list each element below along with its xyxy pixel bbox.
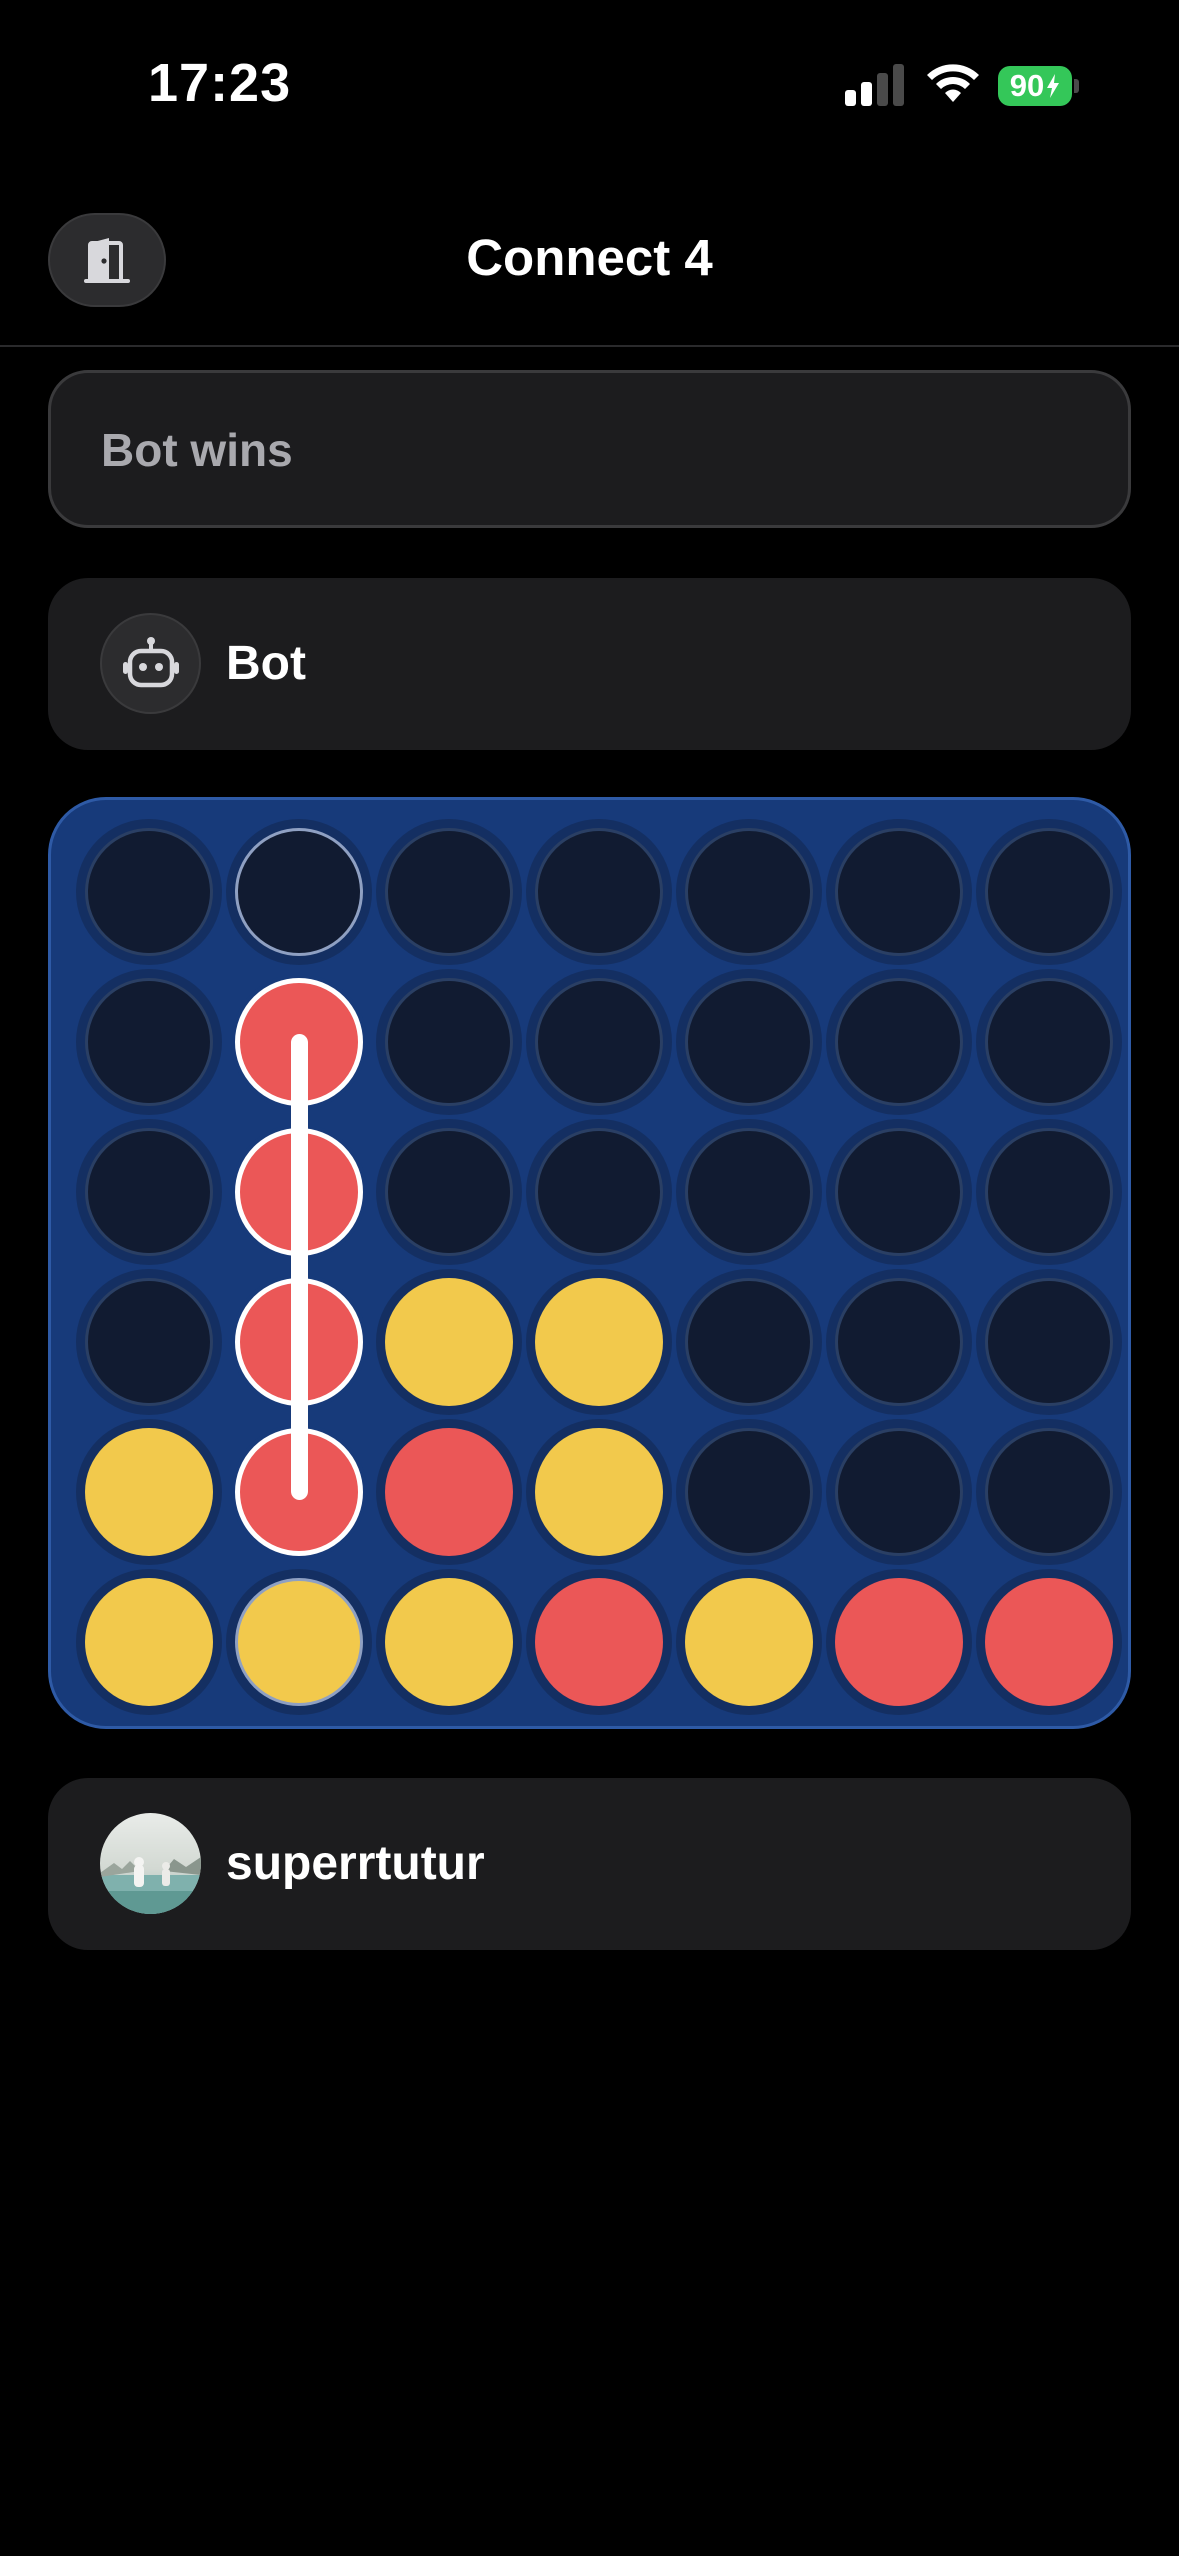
yellow-disc[interactable] [535, 1278, 663, 1406]
player-card: superrtutur [48, 1778, 1131, 1950]
red-disc[interactable] [835, 1578, 963, 1706]
red-disc[interactable] [535, 1578, 663, 1706]
empty-slot[interactable] [85, 1278, 213, 1406]
yellow-disc[interactable] [385, 1578, 513, 1706]
signal-bar [861, 82, 872, 106]
empty-slot[interactable] [85, 1128, 213, 1256]
empty-slot[interactable] [685, 828, 813, 956]
yellow-disc[interactable] [685, 1578, 813, 1706]
empty-slot[interactable] [985, 1278, 1113, 1406]
empty-slot[interactable] [535, 1128, 663, 1256]
empty-slot[interactable] [685, 1128, 813, 1256]
empty-slot[interactable] [985, 978, 1113, 1106]
header: Connect 4 [0, 170, 1179, 347]
player-avatar [100, 1813, 201, 1914]
battery-percentage: 90 [1009, 68, 1045, 103]
empty-slot[interactable] [985, 1128, 1113, 1256]
wifi-icon [927, 64, 979, 102]
robot-icon [122, 636, 179, 687]
opponent-name: Bot [226, 637, 306, 690]
yellow-disc[interactable] [535, 1428, 663, 1556]
empty-slot[interactable] [85, 828, 213, 956]
page-title: Connect 4 [466, 229, 713, 286]
red-disc[interactable] [985, 1578, 1113, 1706]
empty-slot[interactable] [535, 978, 663, 1106]
status-time: 17:23 [148, 53, 292, 113]
player-name: superrtutur [226, 1837, 485, 1890]
empty-slot[interactable] [385, 1128, 513, 1256]
empty-slot[interactable] [835, 1428, 963, 1556]
status-bar: 17:23 90 [0, 0, 1179, 170]
yellow-disc[interactable] [85, 1578, 213, 1706]
game-board[interactable] [48, 797, 1131, 1729]
signal-bar [893, 64, 904, 106]
empty-slot[interactable] [385, 828, 513, 956]
empty-slot[interactable] [535, 828, 663, 956]
cellular-signal-icon [845, 64, 905, 106]
empty-slot[interactable] [835, 828, 963, 956]
empty-slot[interactable] [685, 1428, 813, 1556]
game-status-text: Bot wins [101, 424, 293, 476]
empty-slot[interactable] [685, 978, 813, 1106]
red-disc[interactable] [385, 1428, 513, 1556]
yellow-disc[interactable] [85, 1428, 213, 1556]
battery-cap [1074, 79, 1079, 93]
user-photo [100, 1813, 201, 1914]
battery-icon: 90 [998, 66, 1079, 106]
opponent-card: Bot [48, 578, 1131, 750]
empty-slot[interactable] [985, 828, 1113, 956]
empty-slot[interactable] [235, 828, 363, 956]
game-status-card: Bot wins [48, 370, 1131, 528]
yellow-disc[interactable] [385, 1278, 513, 1406]
opponent-avatar [100, 613, 201, 714]
empty-slot[interactable] [835, 1128, 963, 1256]
empty-slot[interactable] [385, 978, 513, 1106]
empty-slot[interactable] [685, 1278, 813, 1406]
yellow-disc[interactable] [235, 1578, 363, 1706]
empty-slot[interactable] [85, 978, 213, 1106]
empty-slot[interactable] [835, 1278, 963, 1406]
winning-line [290, 1034, 308, 1500]
empty-slot[interactable] [985, 1428, 1113, 1556]
battery-level: 90 [998, 66, 1072, 106]
empty-slot[interactable] [835, 978, 963, 1106]
signal-bar [877, 73, 888, 106]
signal-bar [845, 90, 856, 106]
charging-bolt-icon [1047, 74, 1060, 98]
